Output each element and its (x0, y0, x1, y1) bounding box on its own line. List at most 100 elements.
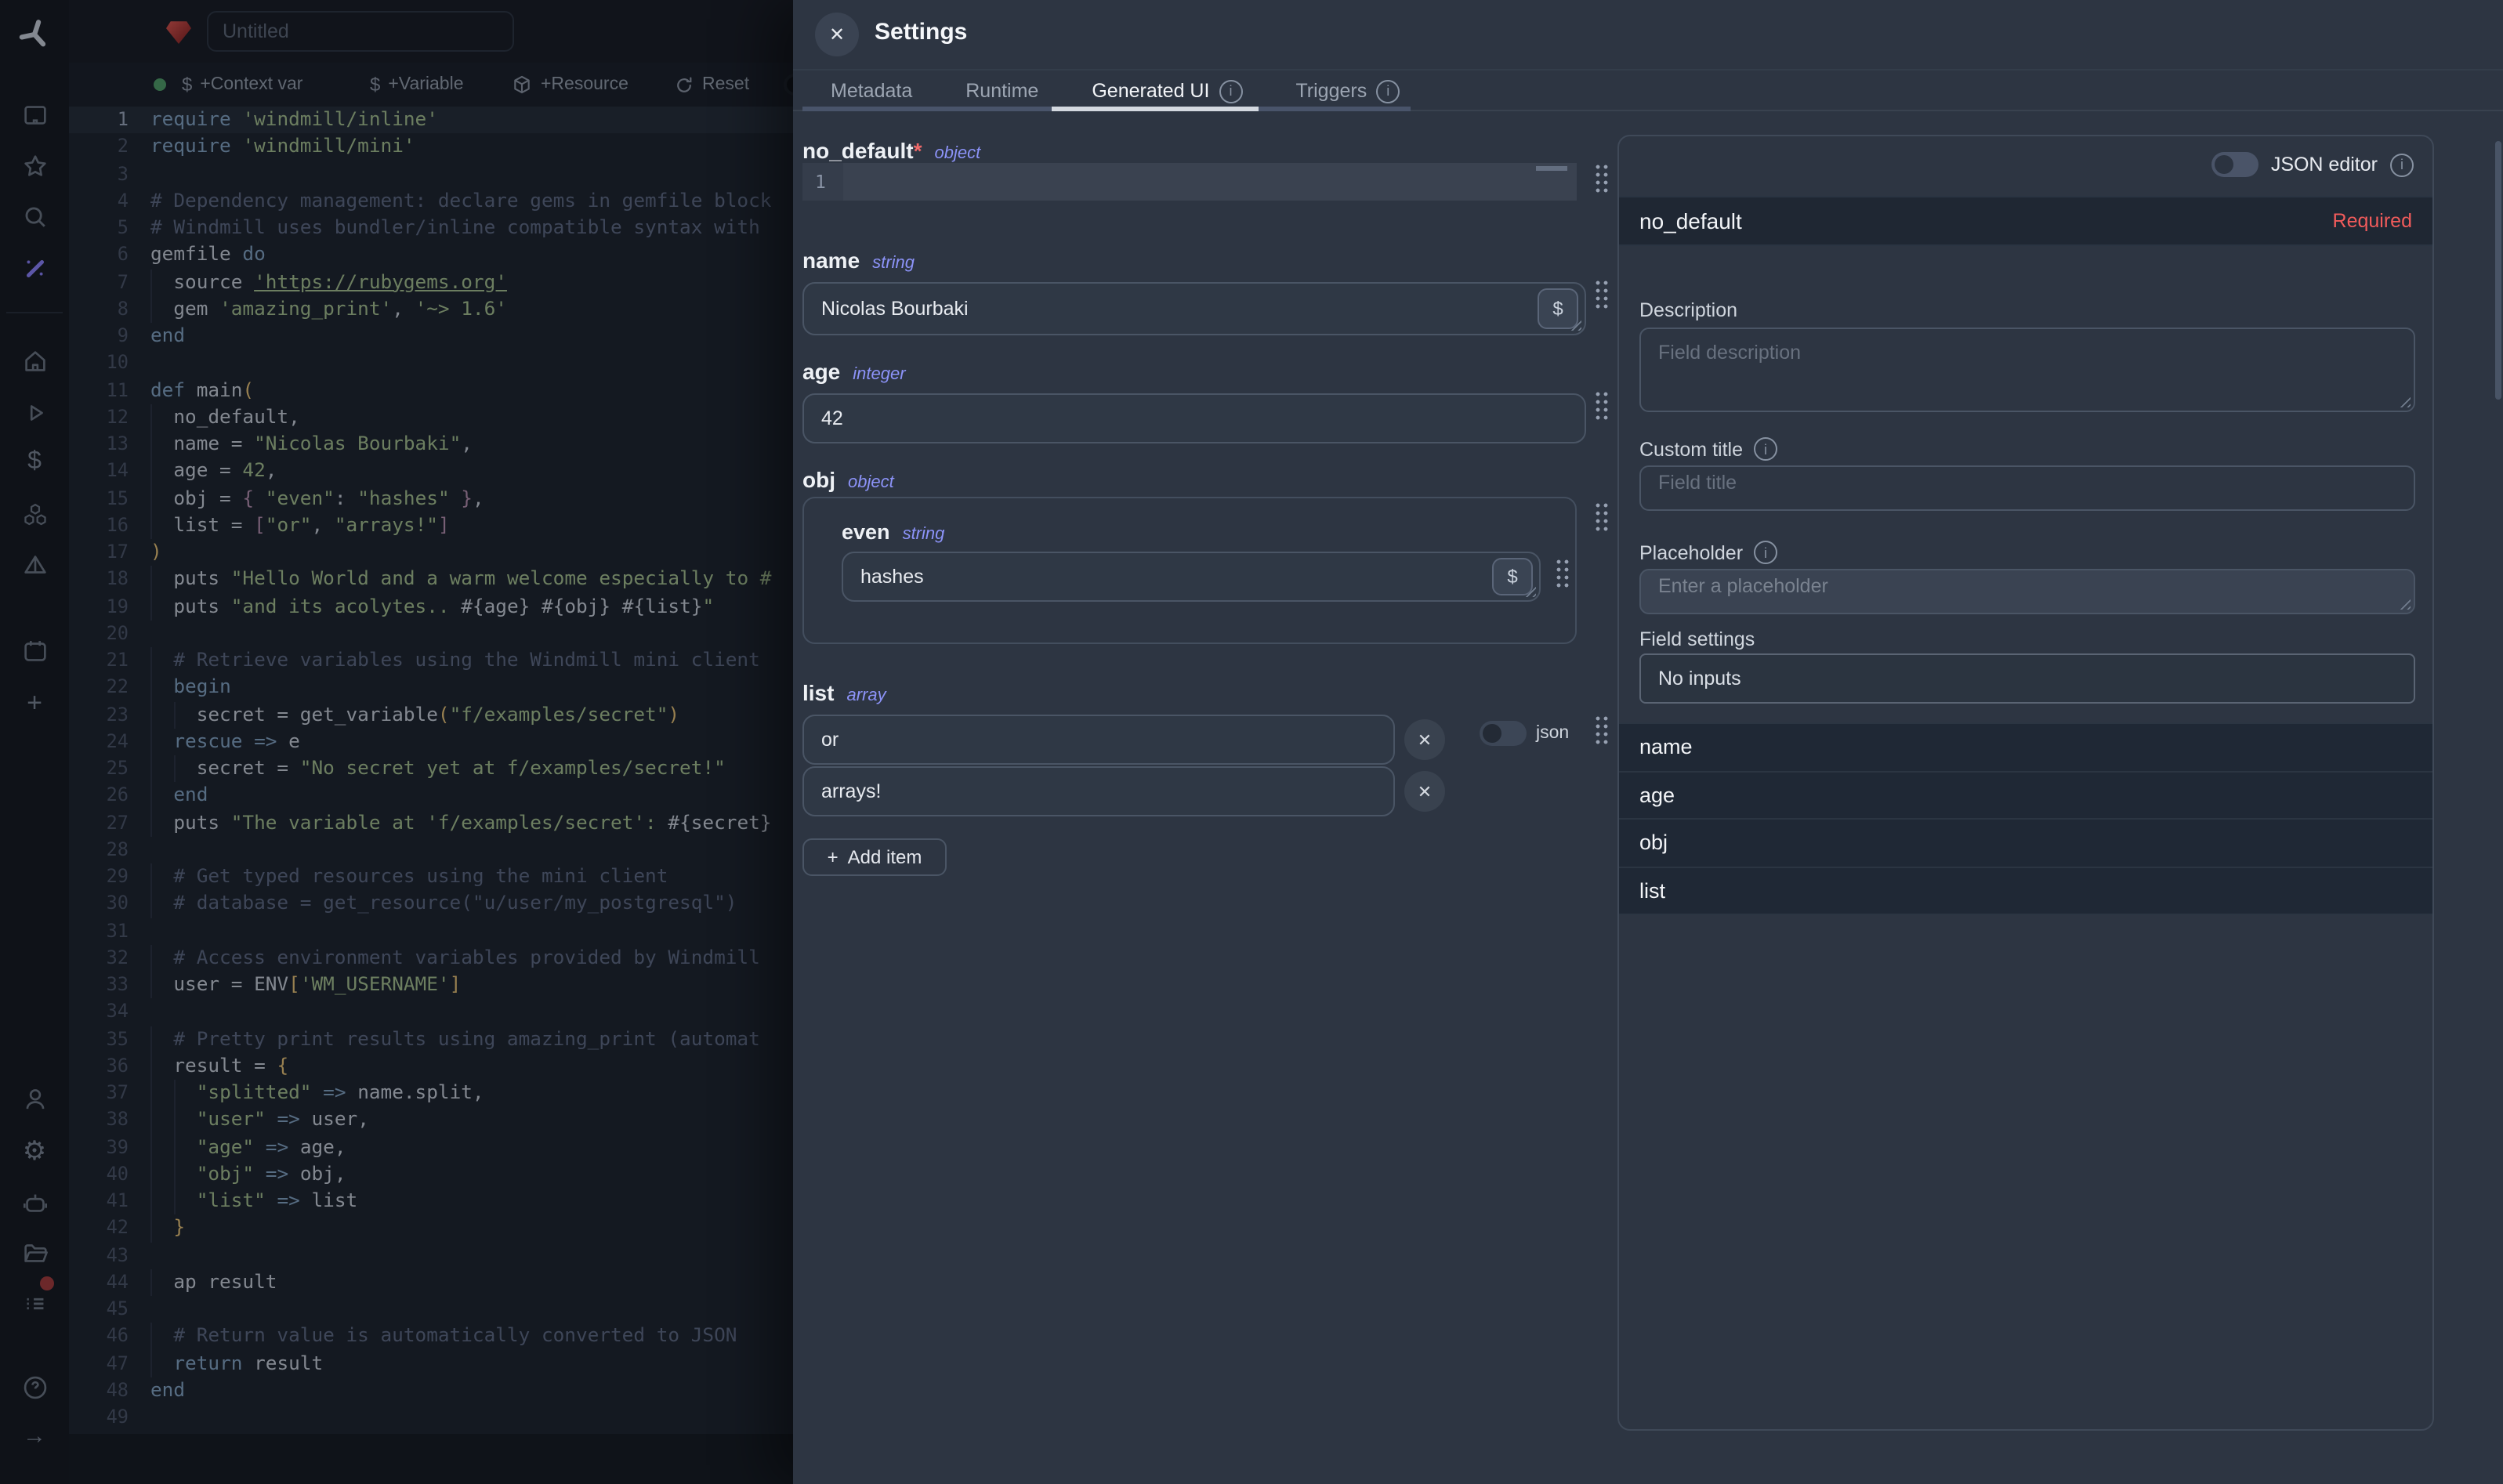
drag-handle[interactable] (1555, 558, 1569, 588)
json-mode-toggle[interactable] (1480, 721, 1527, 746)
code-line: 18 puts "Hello World and a warm welcome … (69, 566, 793, 594)
add-variable-button[interactable]: $+Variable (370, 74, 464, 96)
age-input[interactable]: 42 (802, 393, 1586, 443)
tab-runtime[interactable]: Runtime (947, 71, 1057, 111)
runs-icon[interactable] (0, 392, 69, 433)
triggers-icon[interactable] (0, 544, 69, 585)
resources-icon[interactable] (0, 494, 69, 534)
drag-handle[interactable] (1594, 715, 1608, 744)
info-icon[interactable]: i (1754, 437, 1777, 461)
home-icon[interactable] (0, 340, 69, 381)
drag-handle[interactable] (1594, 279, 1608, 309)
code-line: 37 "splitted" => name.split, (69, 1080, 793, 1107)
code-line: 23 secret = get_variable("f/examples/sec… (69, 701, 793, 729)
schema-row[interactable]: name (1619, 722, 2432, 772)
code-line: 21 # Retrieve variables using the Windmi… (69, 647, 793, 675)
notification-dot (39, 1276, 55, 1291)
required-badge: Required (2333, 210, 2412, 232)
add-item-button[interactable]: +Add item (802, 838, 947, 876)
code-line: 24 rescue => e (69, 729, 793, 756)
drag-handle[interactable] (1594, 501, 1608, 531)
tab-metadata[interactable]: Metadata (812, 71, 931, 111)
status-dot (154, 78, 166, 91)
code-line: 48end (69, 1377, 793, 1405)
code-line: 6gemfile do (69, 242, 793, 270)
schedules-icon[interactable] (0, 630, 69, 671)
audit-logs-icon[interactable] (0, 1282, 69, 1323)
script-title-input[interactable]: Untitled (207, 11, 514, 52)
tab-triggers[interactable]: Triggersi (1277, 71, 1418, 111)
search-icon[interactable] (0, 196, 69, 237)
code-editor[interactable]: 1require 'windmill/inline'2require 'wind… (69, 107, 793, 1434)
list-item-input[interactable]: arrays! (802, 766, 1395, 816)
drawer-scrollbar[interactable] (2495, 141, 2501, 400)
favorites-icon[interactable] (0, 146, 69, 186)
insert-variable-button[interactable]: $ (1538, 288, 1578, 329)
folders-icon[interactable] (0, 1232, 69, 1272)
drag-handle[interactable] (1594, 390, 1608, 420)
mini-scrollbar[interactable] (1536, 166, 1567, 171)
resize-handle[interactable] (2396, 595, 2411, 610)
code-line: 2require 'windmill/mini' (69, 134, 793, 161)
field-settings-label: Field settings (1639, 628, 1755, 650)
field-editor-panel: JSON editor i no_default Required Descri… (1617, 135, 2434, 1431)
code-line: 30 # database = get_resource("u/user/my_… (69, 891, 793, 918)
tab-generated-ui[interactable]: Generated UIi (1073, 71, 1261, 111)
help-icon[interactable] (0, 1366, 69, 1407)
description-textarea[interactable]: Field description (1639, 328, 2415, 412)
remove-item-icon[interactable]: ✕ (1404, 719, 1445, 760)
insert-variable-button[interactable]: $ (1492, 558, 1533, 595)
name-input[interactable]: Nicolas Bourbaki $ (802, 282, 1586, 335)
drawer-title: Settings (875, 19, 967, 45)
field-obj: objobject evenstring hashes $ (802, 467, 1586, 495)
field-no-default: no_default* object 1 (802, 138, 1586, 166)
code-line: 47 return result (69, 1350, 793, 1377)
info-icon[interactable]: i (1754, 541, 1777, 564)
info-icon[interactable]: i (2390, 153, 2414, 176)
placeholder-input[interactable]: Enter a placeholder (1639, 569, 2415, 614)
schema-row[interactable]: list (1619, 867, 2432, 915)
variables-icon[interactable]: $ (0, 442, 69, 483)
settings-icon[interactable]: ⚙ (0, 1130, 69, 1171)
custom-title-input[interactable]: Field title (1639, 465, 2415, 511)
drag-handle[interactable] (1594, 163, 1608, 193)
field-age: ageinteger 42 (802, 359, 1586, 443)
code-line: 16 list = ["or", "arrays!"] (69, 512, 793, 540)
required-asterisk: * (914, 138, 922, 163)
ai-wand-icon[interactable] (0, 248, 69, 288)
code-line: 4# Dependency management: declare gems i… (69, 188, 793, 215)
custom-title-label: Custom titlei (1639, 437, 1777, 461)
remove-item-icon[interactable]: ✕ (1404, 771, 1445, 812)
info-icon[interactable]: i (1376, 79, 1400, 103)
tab-bar: Metadata Runtime Generated UIi Triggersi (812, 71, 1418, 111)
workers-icon[interactable] (0, 1182, 69, 1222)
schema-row[interactable]: age (1619, 772, 2432, 820)
json-editor-toggle-row: JSON editor i (2211, 152, 2414, 177)
close-icon[interactable]: ✕ (815, 13, 859, 56)
list-item-input[interactable]: or (802, 715, 1395, 765)
create-icon[interactable]: + (0, 682, 69, 722)
code-line: 19 puts "and its acolytes.. #{age} #{obj… (69, 593, 793, 621)
dollar-icon: $ (182, 74, 192, 96)
info-icon[interactable]: i (1219, 79, 1242, 103)
windmill-logo[interactable] (0, 14, 69, 55)
resize-handle[interactable] (2396, 393, 2411, 407)
account-icon[interactable] (0, 1078, 69, 1119)
ruby-language-icon (166, 19, 191, 44)
reset-button[interactable]: Reset (674, 74, 749, 95)
json-editor-toggle[interactable] (2211, 152, 2258, 177)
schema-row[interactable]: obj (1619, 820, 2432, 867)
even-input[interactable]: hashes $ (842, 552, 1541, 602)
sidebar-divider (6, 312, 63, 313)
selected-field-header[interactable]: no_default Required (1619, 196, 2432, 246)
code-line: 31 (69, 918, 793, 945)
code-line: 14 age = 42, (69, 458, 793, 486)
code-line: 15 obj = { "even": "hashes" }, (69, 485, 793, 512)
collapse-sidebar-icon[interactable]: → (0, 1415, 69, 1456)
code-line: 7 source 'https://rubygems.org' (69, 269, 793, 296)
line-number: 1 (802, 163, 843, 201)
add-resource-button[interactable]: +Resource (511, 74, 628, 96)
add-context-var-button[interactable]: $+Context var (182, 74, 302, 96)
workspace-icon[interactable] (0, 94, 69, 135)
no-default-json-editor[interactable]: 1 (802, 163, 1577, 201)
